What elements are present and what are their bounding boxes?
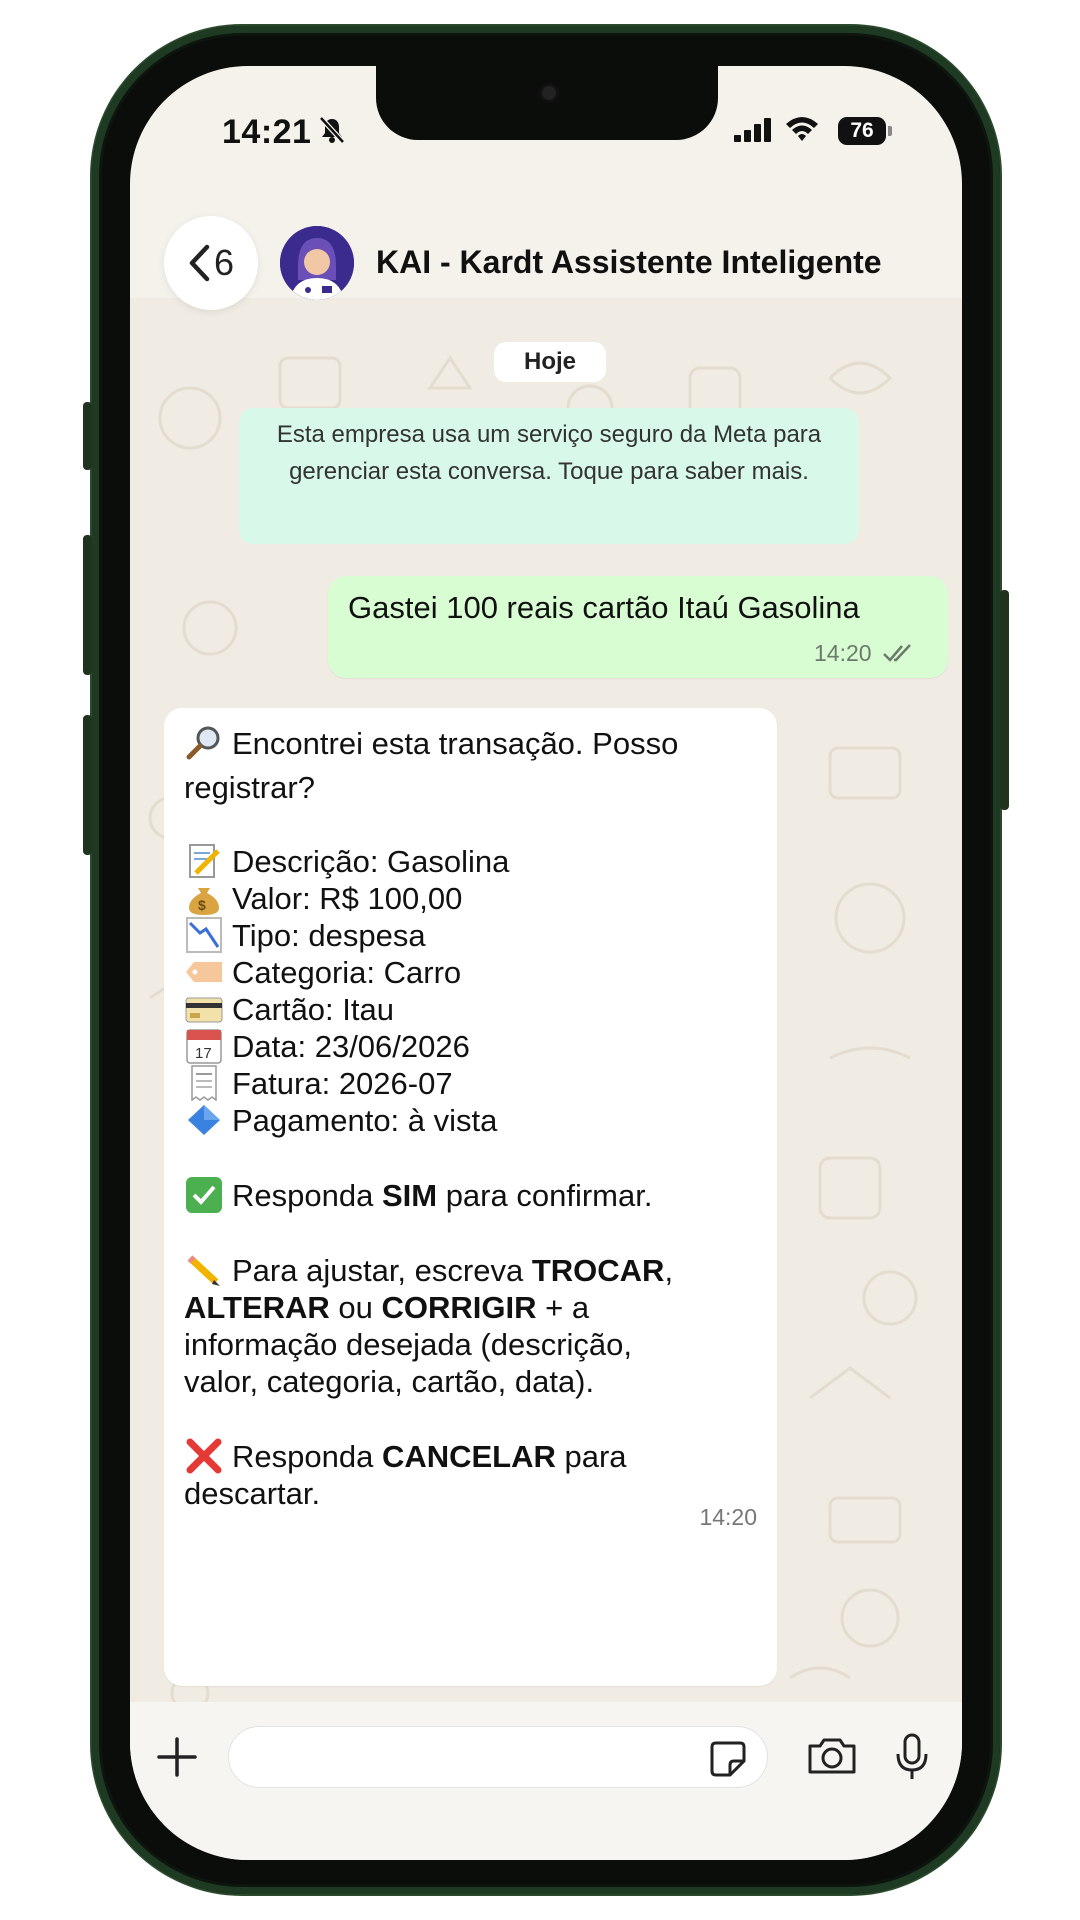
intro-line-2: registrar? — [184, 770, 315, 805]
status-time: 14:21 — [222, 113, 312, 151]
memo-icon — [184, 843, 224, 879]
intro-line-1: Encontrei esta transação. Posso — [232, 726, 679, 761]
cancel-suffix: para — [555, 1439, 627, 1474]
field-text: Cartão: Itau — [232, 992, 394, 1027]
date-divider: Hoje — [494, 342, 606, 382]
message-time: 14:20 — [699, 1504, 757, 1530]
outgoing-message[interactable]: Gastei 100 reais cartão Itaú Gasolina 14… — [328, 576, 948, 678]
cellular-signal-icon — [734, 118, 771, 142]
credit-card-icon — [184, 991, 224, 1027]
adjust-mid: ou — [329, 1290, 382, 1325]
back-button[interactable]: 6 — [164, 216, 258, 310]
action-button — [83, 402, 92, 470]
chevron-left-icon — [189, 244, 210, 282]
cross-mark-icon — [184, 1438, 224, 1474]
phone-screen: 14:21 76 6 KAI - Kardt Assistente Inteli… — [130, 66, 962, 1860]
check-mark-icon — [184, 1177, 224, 1213]
cancel-line-2: descartar. — [184, 1476, 321, 1511]
calendar-icon: 17 — [184, 1028, 224, 1064]
bell-slash-icon — [319, 116, 345, 144]
label-tag-icon — [184, 954, 224, 990]
chart-decreasing-icon — [184, 917, 224, 953]
blue-diamond-icon — [184, 1102, 224, 1138]
message-composer — [130, 1702, 962, 1860]
confirm-line: Responda SIM para confirmar. — [184, 1174, 652, 1218]
field-text: Pagamento: à vista — [232, 1103, 498, 1138]
field-text: Fatura: 2026-07 — [232, 1066, 453, 1101]
svg-text:$: $ — [198, 897, 206, 913]
adjust-comma: , — [664, 1253, 674, 1288]
plus-icon[interactable] — [152, 1732, 202, 1782]
battery-tip — [888, 126, 892, 136]
adjust-line-4: valor, categoria, cartão, data). — [184, 1364, 595, 1399]
keyword-trocar: TROCAR — [531, 1253, 665, 1288]
front-camera — [542, 86, 556, 100]
field-text: Descrição: Gasolina — [232, 844, 510, 879]
receipt-icon — [184, 1065, 224, 1102]
battery-indicator: 76 — [838, 117, 886, 145]
field-text: Tipo: despesa — [232, 918, 426, 953]
message-text: Gastei 100 reais cartão Itaú Gasolina — [348, 590, 860, 625]
confirm-suffix: para confirmar. — [437, 1178, 653, 1213]
cancel-keyword: CANCELAR — [381, 1439, 556, 1474]
adjust-prefix: Para ajustar, escreva — [232, 1253, 532, 1288]
wifi-icon — [786, 117, 818, 141]
microphone-icon[interactable] — [894, 1732, 930, 1782]
dynamic-notch — [376, 66, 718, 140]
cancel-prefix: Responda — [232, 1439, 382, 1474]
keyword-corrigir: CORRIGIR — [381, 1290, 537, 1325]
incoming-message[interactable]: Encontrei esta transação. Posso registra… — [164, 708, 777, 1686]
svg-text:17: 17 — [195, 1045, 212, 1062]
power-button — [1000, 590, 1009, 810]
confirm-prefix: Responda — [232, 1178, 382, 1213]
money-bag-icon: $ — [184, 880, 224, 916]
sticker-icon[interactable] — [708, 1739, 748, 1779]
pencil-icon — [184, 1252, 224, 1288]
camera-icon[interactable] — [806, 1736, 858, 1776]
field-line: Pagamento: à vista — [184, 1099, 497, 1143]
field-text: Data: 23/06/2026 — [232, 1029, 470, 1064]
avatar[interactable] — [280, 226, 354, 300]
message-line: Encontrei esta transação. Posso — [184, 722, 678, 766]
contact-name[interactable]: KAI - Kardt Assistente Inteligente — [376, 244, 882, 281]
adjust-tail: + a — [536, 1290, 590, 1325]
message-input[interactable] — [228, 1726, 768, 1788]
field-text: Categoria: Carro — [232, 955, 462, 990]
magnifier-icon — [184, 725, 224, 761]
unread-count: 6 — [213, 242, 235, 283]
volume-down-button — [83, 715, 92, 855]
field-text: Valor: R$ 100,00 — [232, 881, 463, 916]
chat-header: 6 KAI - Kardt Assistente Inteligente — [130, 192, 962, 312]
double-check-icon — [883, 644, 911, 662]
volume-up-button — [83, 535, 92, 675]
confirm-keyword: SIM — [381, 1178, 438, 1213]
encryption-notice[interactable]: Esta empresa usa um serviço seguro da Me… — [239, 408, 859, 544]
message-time: 14:20 — [814, 640, 872, 666]
keyword-alterar: ALTERAR — [184, 1290, 330, 1325]
